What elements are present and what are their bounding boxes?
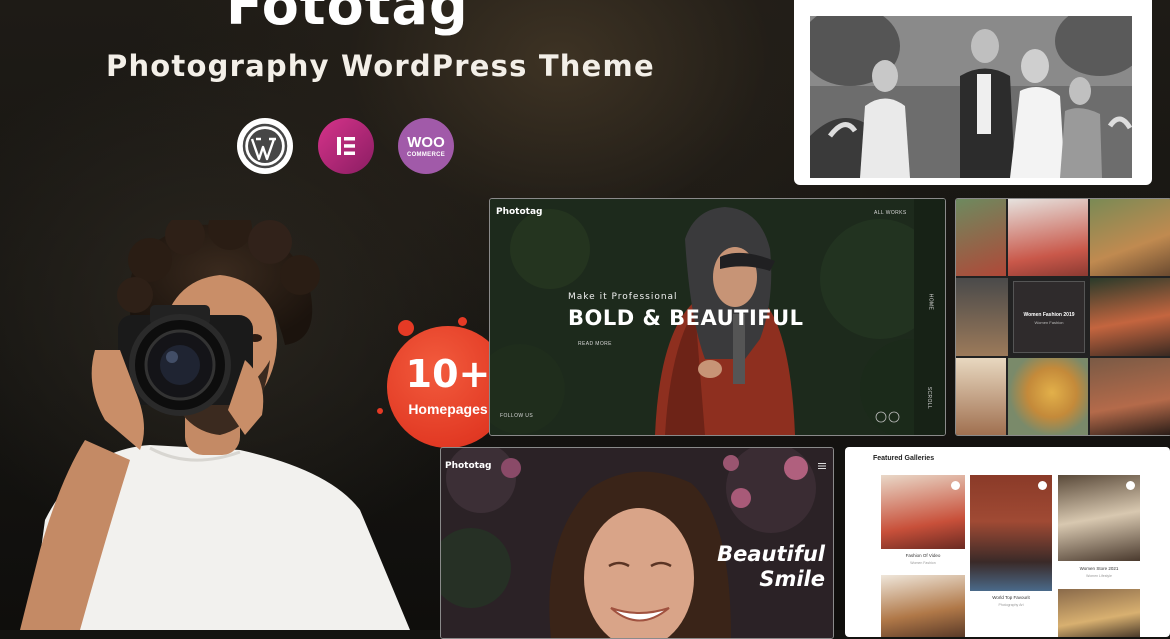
- grid-photo: [1008, 199, 1088, 276]
- preview-card-bold[interactable]: Phototag ALL WORKS Make it Professional …: [489, 198, 946, 436]
- bold-follow-us[interactable]: FOLLOW US: [500, 413, 533, 419]
- wedding-photo: [810, 16, 1132, 178]
- hero-title: Fototag: [226, 0, 469, 37]
- bold-kicker: Make it Professional: [568, 292, 678, 302]
- elementor-badge: [318, 118, 374, 174]
- featured-thumb: [881, 575, 965, 637]
- grid-center-title: Women Fashion 2019: [1023, 312, 1075, 318]
- grid-photo: [956, 278, 1008, 356]
- bold-read-more[interactable]: READ MORE: [578, 341, 612, 347]
- grid-photo: [1008, 358, 1088, 435]
- decor-dot: [458, 317, 467, 326]
- menu-icon[interactable]: [818, 463, 826, 469]
- play-icon[interactable]: [1038, 481, 1047, 490]
- featured-thumb: [970, 475, 1052, 591]
- preview-card-featured[interactable]: Featured Galleries Fashion Of Video Wome…: [845, 447, 1170, 637]
- smile-title: Beautiful Smile: [717, 542, 825, 592]
- bold-side-bottom: SCROLL: [926, 386, 933, 410]
- featured-item[interactable]: World Top Favourit Photography Art: [970, 475, 1052, 607]
- smile-title-line2: Smile: [759, 567, 825, 591]
- smile-site-logo: Phototag: [445, 461, 492, 471]
- grid-photo: [956, 358, 1006, 435]
- decor-dot: [377, 408, 383, 414]
- featured-item[interactable]: Fashion Of Video Women Fashion: [881, 475, 965, 565]
- woocommerce-badge: WOO COMMERCE: [398, 118, 454, 174]
- grid-photo: [1090, 199, 1170, 276]
- bold-nav-link[interactable]: ALL WORKS: [874, 210, 907, 216]
- featured-sub: Women Lifestyle: [1086, 574, 1112, 578]
- smile-title-line1: Beautiful: [717, 542, 825, 566]
- preview-card-wedding[interactable]: [794, 0, 1152, 185]
- woo-sub-label: COMMERCE: [406, 151, 446, 158]
- featured-caption: Fashion Of Video: [905, 553, 941, 558]
- featured-sub: Women Fashion: [910, 561, 936, 565]
- bold-site-logo: Phototag: [496, 207, 543, 217]
- play-icon[interactable]: [1126, 481, 1135, 490]
- wordpress-icon: [242, 123, 288, 169]
- featured-sub: Photography Art: [998, 603, 1024, 607]
- featured-caption: Women Store 2021: [1079, 566, 1119, 571]
- bold-title: BOLD & BEAUTIFUL: [568, 306, 804, 330]
- featured-caption: World Top Favourit: [992, 595, 1030, 600]
- grid-photo: [1090, 358, 1170, 435]
- featured-galleries-heading: Featured Galleries: [873, 455, 935, 462]
- elementor-icon: [337, 137, 355, 155]
- wordpress-badge: [237, 118, 293, 174]
- grid-photo: [1090, 278, 1170, 356]
- hero-subtitle: Photography WordPress Theme: [106, 49, 655, 83]
- grid-photo: [956, 199, 1006, 276]
- woo-main-label: WOO: [407, 133, 445, 151]
- bold-side-top: HOME: [927, 293, 934, 311]
- grid-center-sub: Women Fashion: [1034, 320, 1064, 325]
- preview-card-smile[interactable]: Phototag Beautiful Smile: [440, 447, 834, 639]
- preview-card-grid[interactable]: Women Fashion 2019 Women Fashion: [955, 198, 1170, 436]
- play-icon[interactable]: [951, 481, 960, 490]
- grid-featured-tile: Women Fashion 2019 Women Fashion: [1013, 281, 1085, 353]
- decor-dot: [398, 320, 414, 336]
- photographer-image: [20, 220, 410, 630]
- featured-item[interactable]: Women Store 2021 Women Lifestyle: [1058, 475, 1140, 578]
